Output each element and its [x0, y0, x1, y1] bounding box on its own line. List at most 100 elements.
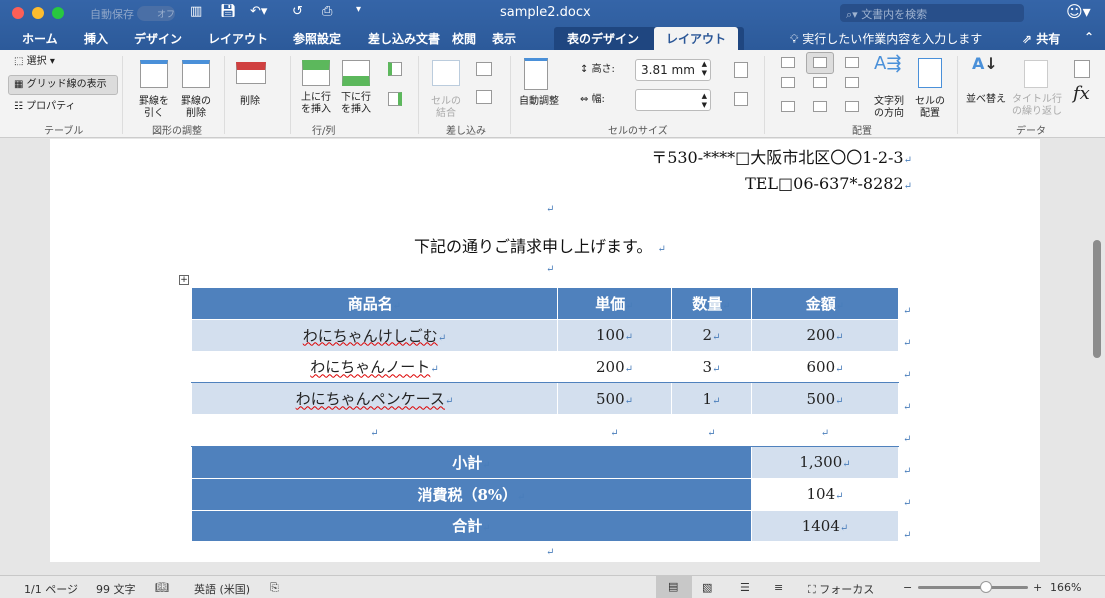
convert-to-text-icon[interactable] — [1074, 60, 1090, 78]
close-button[interactable] — [12, 7, 24, 19]
draw-borders-button[interactable]: 罫線を引く — [138, 96, 170, 120]
cell-price[interactable]: 100↵ — [557, 318, 672, 352]
erase-borders-button[interactable]: 罫線の削除 — [180, 96, 212, 120]
autofit-button[interactable]: 自動調整 — [519, 96, 559, 108]
sort-button[interactable]: 並べ替え — [966, 94, 1006, 106]
insert-right-icon[interactable] — [388, 92, 402, 106]
tab-table-layout[interactable]: レイアウト — [654, 27, 739, 50]
height-input[interactable]: 3.81 mm ▲ ▼ — [635, 59, 711, 81]
text-direction-button[interactable]: 文字列の方向 — [872, 96, 906, 120]
cell-amount[interactable]: ↵ — [751, 414, 899, 447]
split-cells-icon[interactable] — [476, 62, 492, 76]
tab-table-design[interactable]: 表のデザイン — [567, 30, 639, 47]
collapse-ribbon-icon[interactable]: ⌃ — [1084, 30, 1094, 44]
subtotal-label[interactable]: 小計↵ — [191, 445, 752, 479]
align-middle-center-icon[interactable] — [813, 77, 827, 88]
word-count[interactable]: 99 文字 — [96, 581, 136, 597]
tab-view[interactable]: 表示 — [492, 30, 516, 47]
insert-above-button[interactable]: 上に行を挿入 — [298, 92, 334, 116]
cell-margins-button[interactable]: セルの配置 — [912, 96, 948, 120]
draft-icon[interactable]: ≡ — [774, 581, 783, 594]
tab-layout[interactable]: レイアウト — [208, 30, 268, 47]
merge-cells-button[interactable]: セルの結合 — [428, 96, 464, 120]
width-input[interactable]: ▲ ▼ — [635, 89, 711, 111]
tell-me-input[interactable]: 💡︎ 実行したい作業内容を入力します — [790, 30, 982, 47]
align-top-right-icon[interactable] — [845, 57, 859, 68]
zoom-slider-thumb[interactable] — [980, 581, 993, 593]
proofing-icon[interactable]: 📖︎ — [155, 581, 169, 594]
tax-value[interactable]: 104↵ — [751, 477, 899, 511]
cell-item[interactable]: わにちゃんけしごむ↵ — [191, 318, 558, 352]
tab-mailings[interactable]: 差し込み文書 — [368, 30, 440, 47]
split-table-icon[interactable] — [476, 90, 492, 104]
align-bottom-center-icon[interactable] — [813, 101, 827, 112]
account-icon[interactable]: ☺▾ — [1066, 2, 1091, 21]
properties-button[interactable]: ☷ プロパティ — [14, 101, 76, 113]
total-value[interactable]: 1404↵ — [751, 509, 899, 543]
outline-icon[interactable]: ☰ — [740, 581, 750, 594]
align-middle-right-icon[interactable] — [845, 77, 859, 88]
cell-qty[interactable]: 3↵ — [671, 350, 752, 384]
insert-left-icon[interactable] — [388, 62, 402, 76]
cell-price[interactable]: 200↵ — [557, 350, 672, 384]
page-count[interactable]: 1/1 ページ — [24, 581, 78, 597]
tab-design[interactable]: デザイン — [134, 30, 182, 47]
language[interactable]: 英語 (米国) — [194, 581, 250, 597]
header-cell[interactable]: 金額↵ — [751, 287, 899, 320]
customize-icon[interactable]: ▾ — [356, 4, 361, 15]
distribute-columns-icon[interactable] — [734, 92, 748, 106]
zoom-out-button[interactable]: − — [903, 581, 912, 594]
print-layout-button[interactable]: ▤ — [656, 576, 692, 598]
formula-button[interactable]: fx — [1073, 85, 1090, 103]
table-move-handle[interactable]: + — [179, 275, 189, 285]
save-icon[interactable]: 💾︎ — [220, 4, 237, 19]
cell-price[interactable]: 500↵ — [557, 382, 672, 416]
cell-price[interactable]: ↵ — [557, 414, 672, 447]
distribute-rows-icon[interactable] — [734, 62, 748, 78]
align-middle-left-icon[interactable] — [781, 77, 795, 88]
header-cell[interactable]: 商品名↵ — [191, 287, 558, 320]
minimize-button[interactable] — [32, 7, 44, 19]
width-stepper[interactable]: ▲ ▼ — [702, 92, 707, 110]
undo-icon[interactable]: ↶▾ — [250, 4, 267, 19]
print-icon[interactable]: ⎙ — [322, 4, 332, 19]
share-button[interactable]: ⇗ 共有 — [1022, 30, 1060, 47]
gridlines-button[interactable]: ▦ グリッド線の表示 — [8, 75, 118, 95]
tab-home[interactable]: ホーム — [22, 30, 58, 47]
cell-amount[interactable]: 200↵ — [751, 318, 899, 352]
header-cell[interactable]: 数量↵ — [671, 287, 752, 320]
header-cell[interactable]: 単価↵ — [557, 287, 672, 320]
tab-insert[interactable]: 挿入 — [84, 30, 108, 47]
repeat-header-button[interactable]: タイトル行の繰り返し — [1012, 94, 1062, 118]
search-input[interactable]: ⌕▾ 文書内を検索 — [840, 4, 1024, 22]
zoom-in-button[interactable]: + — [1033, 581, 1042, 594]
redo-icon[interactable]: ↺ — [292, 4, 303, 19]
web-layout-icon[interactable]: ▧ — [702, 581, 712, 594]
sidebar-icon[interactable]: ▥ — [190, 4, 202, 19]
cell-item[interactable]: わにちゃんペンケース↵ — [191, 382, 558, 416]
track-changes-icon[interactable]: ⎘ — [270, 581, 279, 595]
cell-item[interactable]: わにちゃんノート↵ — [191, 350, 558, 384]
maximize-button[interactable] — [52, 7, 64, 19]
focus-button[interactable]: ⛶ フォーカス — [808, 581, 874, 597]
cell-qty[interactable]: 1↵ — [671, 382, 752, 416]
cell-item[interactable]: ↵ — [191, 414, 558, 447]
align-top-center-icon[interactable] — [813, 57, 827, 68]
vertical-scrollbar[interactable] — [1093, 240, 1101, 358]
cell-amount[interactable]: 600↵ — [751, 350, 899, 384]
cell-qty[interactable]: 2↵ — [671, 318, 752, 352]
align-bottom-right-icon[interactable] — [845, 101, 859, 112]
cell-amount[interactable]: 500↵ — [751, 382, 899, 416]
tax-label[interactable]: 消費税（8%）↵ — [191, 477, 752, 511]
zoom-level[interactable]: 166% — [1050, 581, 1081, 594]
height-stepper[interactable]: ▲ ▼ — [702, 60, 707, 78]
tab-references[interactable]: 参照設定 — [293, 30, 341, 47]
align-bottom-left-icon[interactable] — [781, 101, 795, 112]
insert-below-button[interactable]: 下に行を挿入 — [338, 92, 374, 116]
subtotal-value[interactable]: 1,300↵ — [751, 445, 899, 479]
cell-qty[interactable]: ↵ — [671, 414, 752, 447]
zoom-slider[interactable] — [918, 581, 1028, 593]
total-label[interactable]: 合計↵ — [191, 509, 752, 543]
autosave-toggle[interactable]: オフ — [137, 6, 175, 21]
select-button[interactable]: ⬚ 選択 ▾ — [14, 56, 55, 68]
